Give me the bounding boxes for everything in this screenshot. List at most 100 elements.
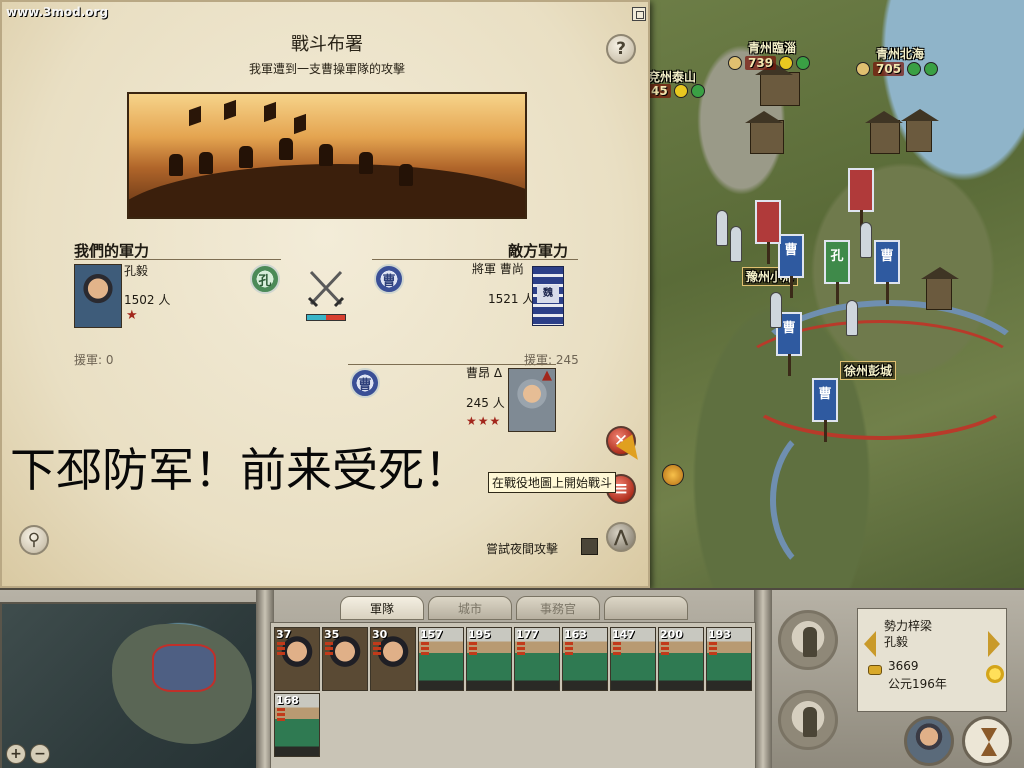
zoom-out-button[interactable]: − xyxy=(30,744,50,764)
faction-leader: 孔毅 xyxy=(884,635,909,649)
settlement-info: 739 xyxy=(728,56,811,70)
watchtower[interactable] xyxy=(921,267,959,310)
flag-silhouette xyxy=(189,105,201,127)
settlement-view-button[interactable] xyxy=(778,610,838,670)
enemy-faction-badge[interactable]: 曹 xyxy=(374,264,404,294)
battle-deployment-panel: 戰斗布署 我軍遭到一支曹操軍隊的攻擊 ? 我們的軍力 孔毅 1502 人 ★ 孔… xyxy=(0,0,650,588)
experience-chevron-icon xyxy=(709,642,717,656)
battle-illustration xyxy=(127,92,527,219)
unit-card[interactable]: 200 xyxy=(658,627,704,691)
faction-icon xyxy=(924,62,939,76)
unit-card[interactable]: 30 xyxy=(370,627,416,691)
minimize-icon[interactable] xyxy=(632,7,646,21)
tab-army[interactable]: 軍隊 xyxy=(340,596,424,620)
unit-card[interactable]: 193 xyxy=(706,627,752,691)
river xyxy=(770,420,890,580)
settlement-name[interactable]: 徐州彭城 xyxy=(840,361,897,380)
unit-card[interactable]: 163 xyxy=(562,627,608,691)
settlement-building[interactable] xyxy=(745,111,784,154)
army-unit[interactable] xyxy=(730,226,742,262)
tab-cities[interactable]: 城市 xyxy=(428,596,512,620)
unit-count: 163 xyxy=(564,628,587,641)
zoom-in-button[interactable]: + xyxy=(6,744,26,764)
minimap-territory xyxy=(152,644,216,692)
flag-silhouette xyxy=(294,113,306,135)
happy-face-icon xyxy=(779,56,794,70)
settlement-name[interactable]: 青州臨淄 xyxy=(748,39,796,56)
army-unit[interactable] xyxy=(716,210,728,246)
unit-card[interactable]: 147 xyxy=(610,627,656,691)
previous-faction-button[interactable] xyxy=(864,631,876,657)
unit-card[interactable]: 195 xyxy=(466,627,512,691)
unit-count: 177 xyxy=(516,628,539,641)
watchtower[interactable] xyxy=(901,109,939,152)
settlement-population: 45 xyxy=(648,84,671,98)
rider-silhouette xyxy=(279,138,293,160)
settlement-name[interactable]: 兗州泰山 xyxy=(648,68,696,85)
army-banner[interactable]: 曹 xyxy=(812,378,838,442)
rider-silhouette xyxy=(359,152,373,174)
ally-reinforcements: 援軍: 0 xyxy=(74,353,114,367)
panel-subtitle: 我軍遭到一支曹操軍隊的攻擊 xyxy=(248,62,405,76)
unit-card[interactable]: 157 xyxy=(418,627,464,691)
unit-count: 157 xyxy=(420,628,443,641)
current-year: 公元196年 xyxy=(888,677,947,691)
settlement-building[interactable] xyxy=(755,63,800,106)
rider-silhouette xyxy=(399,164,413,186)
gold-icon xyxy=(868,665,882,675)
enemy-army-banner[interactable]: 魏 xyxy=(532,266,564,326)
army-banner[interactable] xyxy=(848,168,874,232)
army-banner[interactable]: 曹 xyxy=(874,240,900,304)
reinforcement-faction-badge[interactable]: 曹 xyxy=(350,368,380,398)
army-unit[interactable] xyxy=(860,222,872,258)
campaign-map[interactable]: 青州臨淄 739 青州北海 705 兗州泰山 45 豫州小沛 徐州彭城 曹 曹 … xyxy=(620,0,1024,600)
game-screen: 青州臨淄 739 青州北海 705 兗州泰山 45 豫州小沛 徐州彭城 曹 曹 … xyxy=(0,0,1024,768)
tab-extra[interactable] xyxy=(604,596,688,620)
ally-faction-badge[interactable]: 孔 xyxy=(250,264,280,294)
withdraw-button[interactable]: ⋀ xyxy=(606,522,636,552)
enemy-reinforcements: 援軍: 245 xyxy=(524,353,579,367)
army-banner[interactable]: 曹 xyxy=(778,234,804,298)
rider-silhouette xyxy=(319,144,333,166)
minimap[interactable]: + − xyxy=(0,602,258,768)
settlement-info: 705 xyxy=(856,62,939,76)
happy-face-icon xyxy=(907,62,922,76)
enemy-troop-count: 1521 人 xyxy=(488,292,535,306)
help-button[interactable]: ? xyxy=(606,34,636,64)
treasury-amount: 3669 xyxy=(888,659,919,673)
experience-chevron-icon xyxy=(517,642,525,656)
overlay-caption: 下邳防军！前来受死！ xyxy=(10,443,470,497)
unit-count: 168 xyxy=(276,694,299,707)
flag-silhouette xyxy=(224,99,236,121)
enemy-general-name: 將軍 曹尚 xyxy=(472,262,524,276)
unit-card[interactable]: 37 xyxy=(274,627,320,691)
crossed-swords-icon xyxy=(307,270,345,308)
rank-stars: ★★★ xyxy=(466,414,502,428)
faction-icon xyxy=(796,56,811,70)
gold-coin-icon[interactable] xyxy=(662,464,684,486)
tab-agents[interactable]: 事務官 xyxy=(516,596,600,620)
army-unit[interactable] xyxy=(770,292,782,328)
zoom-to-battle-button[interactable]: ⚲ xyxy=(19,525,49,555)
unit-card[interactable]: 168 xyxy=(274,693,320,757)
experience-chevron-icon xyxy=(421,642,429,656)
army-banner[interactable]: 孔 xyxy=(824,240,850,304)
ally-general-portrait[interactable] xyxy=(74,264,122,328)
experience-chevron-icon xyxy=(373,642,381,656)
unit-card[interactable]: 177 xyxy=(514,627,560,691)
settlement-building[interactable] xyxy=(865,111,903,154)
experience-chevron-icon xyxy=(469,642,477,656)
divider xyxy=(348,364,556,365)
army-banner[interactable] xyxy=(755,200,781,264)
army-unit[interactable] xyxy=(846,300,858,336)
panel-title: 戰斗布署 xyxy=(291,34,363,55)
night-attack-checkbox[interactable] xyxy=(581,538,598,555)
unit-card[interactable]: 35 xyxy=(322,627,368,691)
army-view-button[interactable] xyxy=(778,690,838,750)
next-faction-button[interactable] xyxy=(988,631,1000,657)
faction-leader-portrait[interactable] xyxy=(904,716,954,766)
unit-count: 200 xyxy=(660,628,683,641)
end-turn-hourglass-icon[interactable] xyxy=(962,716,1012,766)
watermark: www.3mod.org xyxy=(6,5,109,19)
settlement-name[interactable]: 青州北海 xyxy=(876,45,924,62)
